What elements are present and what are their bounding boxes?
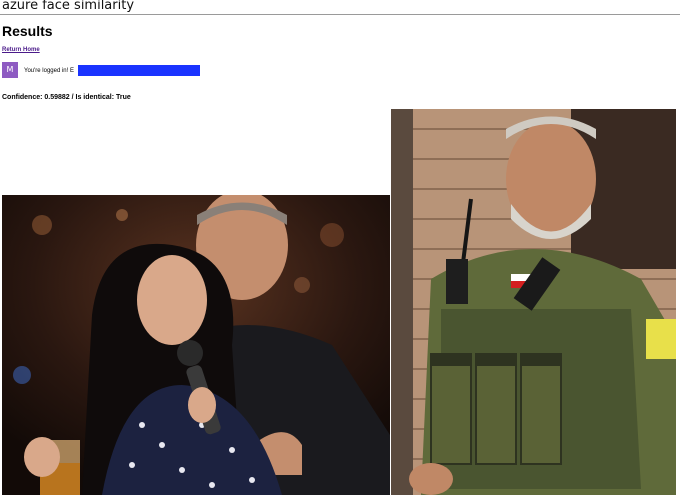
email-redaction bbox=[78, 65, 200, 76]
app-title-bar: azure face similarity bbox=[0, 0, 680, 15]
avatar: M bbox=[2, 62, 18, 78]
app-title: azure face similarity bbox=[2, 0, 135, 13]
return-home-link[interactable]: Return Home bbox=[2, 46, 40, 54]
login-status: M You're logged in! E bbox=[2, 62, 262, 78]
comparison-photo-1 bbox=[2, 195, 390, 495]
page-title: Results bbox=[2, 23, 53, 39]
comparison-photo-2 bbox=[391, 109, 676, 495]
login-text: You're logged in! E bbox=[24, 68, 74, 74]
result-summary: Confidence: 0.59882 / Is identical: True bbox=[2, 94, 131, 101]
